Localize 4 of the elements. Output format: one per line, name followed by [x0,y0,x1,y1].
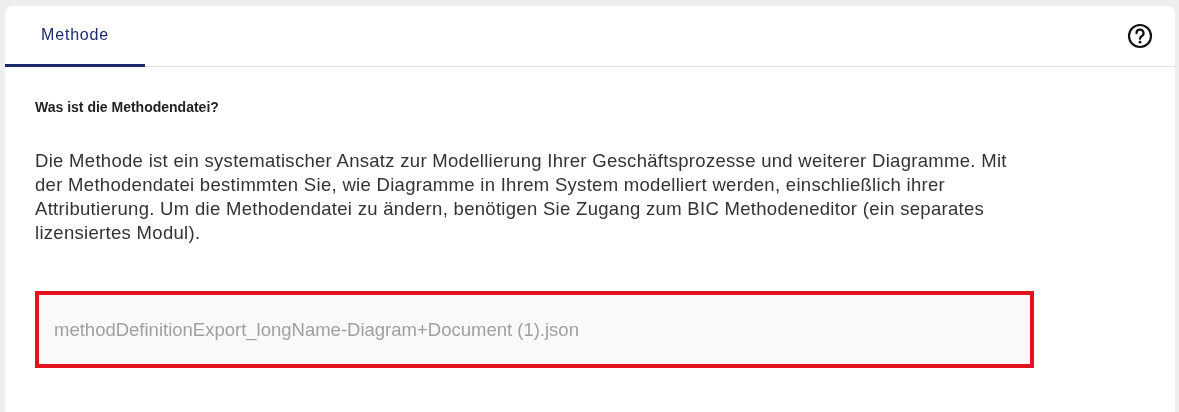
help-icon[interactable] [1127,23,1153,49]
description-text: Die Methode ist ein systematischer Ansatz zur Modellierung Ihrer Geschäftsprozesse und weiterer Diagramme. Mit der Methodendatei bestimmten Sie, wie Diagramme in Ihrem System modelliert werden, einschließlich ihrer Attributierung. Um die Methodendatei zu ändern, benötigen Sie Zugang zum BIC Methodeneditor (ein separates lizensiertes Modul). [35,149,1008,245]
section-heading: Was ist die Methodendatei? [35,99,220,115]
tab[interactable]: Methode [5,6,145,67]
